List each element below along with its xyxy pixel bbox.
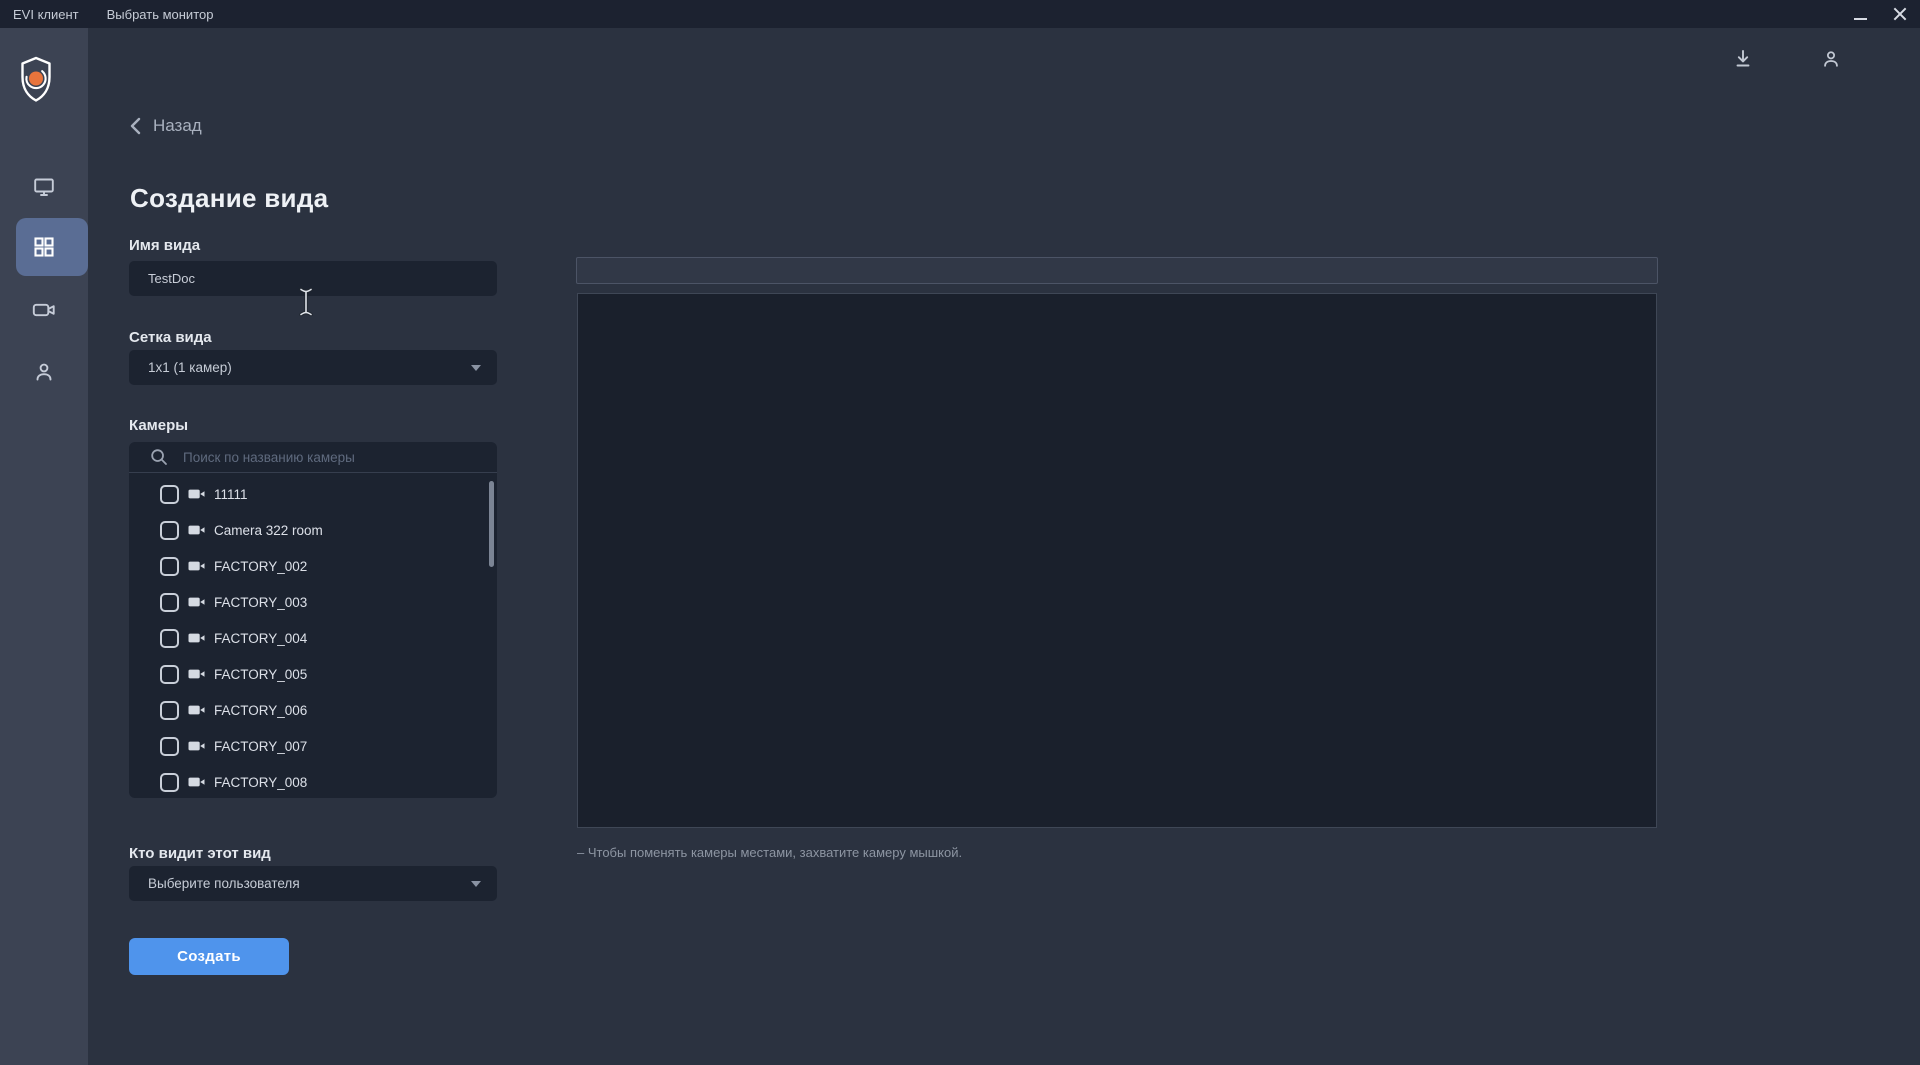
camera-list-item[interactable]: 11111 bbox=[129, 476, 497, 512]
minimize-button[interactable] bbox=[1840, 0, 1880, 28]
view-name-label: Имя вида bbox=[129, 237, 201, 254]
visibility-label: Кто видит этот вид bbox=[129, 845, 271, 862]
camera-name: Camera 322 room bbox=[214, 522, 323, 538]
camera-name: FACTORY_005 bbox=[214, 666, 308, 682]
videocam-icon bbox=[32, 303, 55, 317]
videocam-icon bbox=[188, 775, 205, 789]
videocam-icon bbox=[188, 595, 205, 609]
page-title: Создание вида bbox=[130, 183, 329, 213]
camera-list-item[interactable]: FACTORY_008 bbox=[129, 764, 497, 798]
camera-name: 11111 bbox=[214, 486, 248, 502]
camera-checkbox[interactable] bbox=[160, 484, 179, 504]
profile-button[interactable] bbox=[1820, 48, 1842, 75]
chevron-down-icon bbox=[471, 364, 481, 371]
sidebar-item-views[interactable] bbox=[0, 223, 88, 271]
menu-app[interactable]: EVI клиент bbox=[0, 7, 93, 22]
person-icon bbox=[1824, 51, 1838, 67]
chevron-left-icon bbox=[130, 117, 141, 135]
camera-list-item[interactable]: Camera 322 room bbox=[129, 512, 497, 548]
camera-name: FACTORY_008 bbox=[214, 774, 308, 790]
camera-name: FACTORY_002 bbox=[214, 558, 308, 574]
camera-list-panel: 11111 Camera 322 room bbox=[129, 442, 497, 798]
camera-list-scrollbar[interactable] bbox=[489, 481, 494, 567]
camera-search-row bbox=[129, 442, 497, 473]
camera-name: FACTORY_003 bbox=[214, 594, 308, 610]
preview-hint: – Чтобы поменять камеры местами, захвати… bbox=[577, 845, 963, 860]
menu-select-monitor[interactable]: Выбрать монитор bbox=[93, 7, 228, 22]
camera-checkbox[interactable] bbox=[160, 700, 179, 720]
camera-list-item[interactable]: FACTORY_005 bbox=[129, 656, 497, 692]
videocam-icon bbox=[188, 631, 205, 645]
sidebar bbox=[0, 28, 88, 1065]
sidebar-item-users[interactable] bbox=[0, 348, 88, 396]
view-preview-grid[interactable] bbox=[577, 293, 1657, 828]
import-view-button[interactable] bbox=[1732, 48, 1754, 75]
grid-icon bbox=[34, 237, 54, 257]
camera-name: FACTORY_004 bbox=[214, 630, 308, 646]
monitor-icon bbox=[34, 178, 54, 196]
visibility-value: Выберите пользователя bbox=[148, 876, 300, 891]
close-button[interactable] bbox=[1880, 0, 1920, 28]
back-label: Назад bbox=[153, 116, 202, 135]
camera-checkbox[interactable] bbox=[160, 772, 179, 792]
visibility-select[interactable]: Выберите пользователя bbox=[129, 866, 497, 901]
camera-search-input[interactable] bbox=[183, 449, 463, 465]
create-button[interactable]: Создать bbox=[129, 938, 289, 975]
videocam-icon bbox=[188, 703, 205, 717]
view-grid-label: Сетка вида bbox=[129, 329, 212, 346]
camera-list-item[interactable]: FACTORY_007 bbox=[129, 728, 497, 764]
search-icon bbox=[151, 449, 167, 465]
app-logo-shield-icon bbox=[20, 56, 52, 103]
camera-checkbox[interactable] bbox=[160, 664, 179, 684]
sidebar-item-cameras[interactable] bbox=[0, 286, 88, 334]
download-icon bbox=[1736, 50, 1750, 67]
videocam-icon bbox=[188, 523, 205, 537]
videocam-icon bbox=[188, 559, 205, 573]
camera-checkbox[interactable] bbox=[160, 520, 179, 540]
person-icon bbox=[36, 363, 52, 381]
camera-list-item[interactable]: FACTORY_004 bbox=[129, 620, 497, 656]
camera-checkbox[interactable] bbox=[160, 736, 179, 756]
camera-list-item[interactable]: FACTORY_006 bbox=[129, 692, 497, 728]
minimize-icon bbox=[1853, 18, 1867, 20]
close-icon bbox=[1893, 7, 1907, 21]
camera-name: FACTORY_006 bbox=[214, 702, 308, 718]
camera-checkbox[interactable] bbox=[160, 592, 179, 612]
camera-checkbox[interactable] bbox=[160, 628, 179, 648]
view-name-input[interactable] bbox=[129, 261, 497, 296]
view-grid-value: 1x1 (1 камер) bbox=[148, 360, 232, 375]
camera-list: 11111 Camera 322 room FACTORY_002 FACTOR… bbox=[129, 473, 497, 798]
chevron-down-icon bbox=[471, 880, 481, 887]
camera-list-item[interactable]: FACTORY_003 bbox=[129, 584, 497, 620]
camera-list-item[interactable]: FACTORY_002 bbox=[129, 548, 497, 584]
cameras-label: Камеры bbox=[129, 417, 189, 434]
preview-toolbar bbox=[576, 257, 1658, 284]
back-button[interactable]: Назад bbox=[129, 116, 202, 136]
videocam-icon bbox=[188, 739, 205, 753]
view-grid-select[interactable]: 1x1 (1 камер) bbox=[129, 350, 497, 385]
camera-checkbox[interactable] bbox=[160, 556, 179, 576]
main-content: Назад Создание вида Имя вида Сетка вида … bbox=[88, 28, 1920, 1065]
videocam-icon bbox=[188, 667, 205, 681]
sidebar-item-monitors[interactable] bbox=[0, 163, 88, 211]
videocam-icon bbox=[188, 487, 205, 501]
camera-name: FACTORY_007 bbox=[214, 738, 308, 754]
window-titlebar: EVI клиент Выбрать монитор bbox=[0, 0, 1920, 28]
